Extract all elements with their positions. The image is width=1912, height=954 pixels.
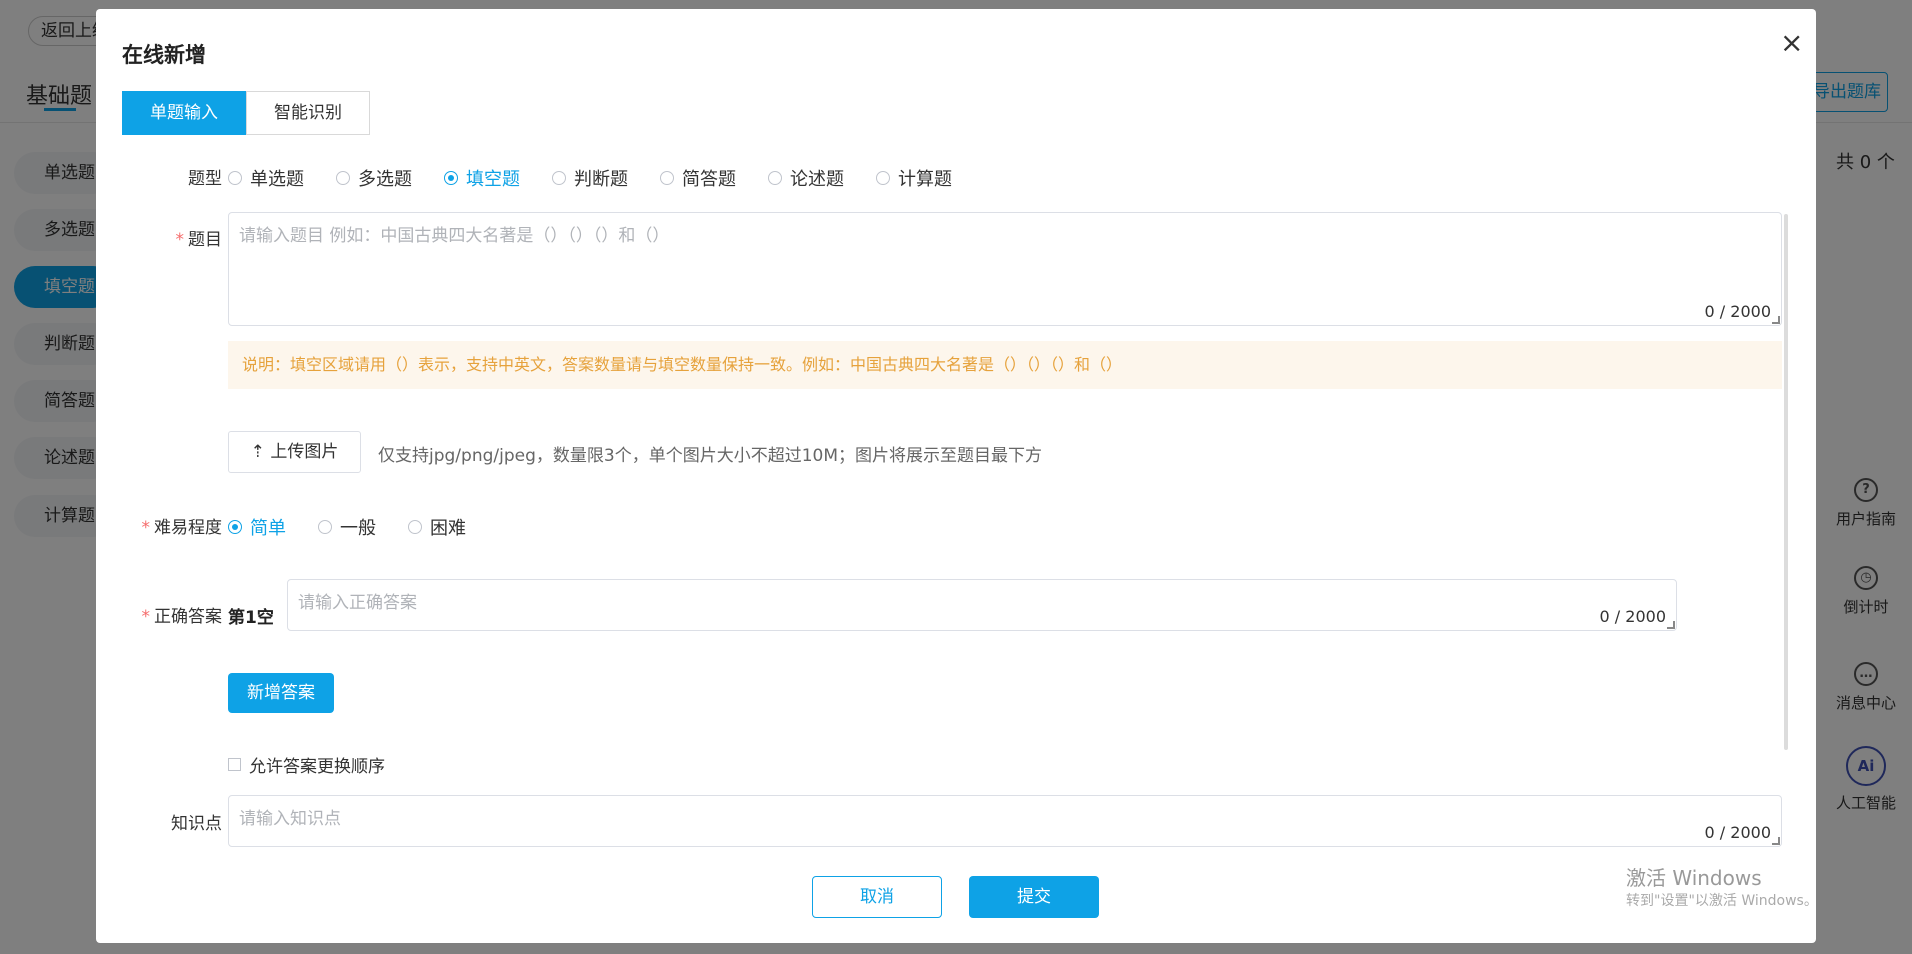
knowledge-placeholder: 请输入知识点 [239, 809, 341, 829]
add-answer-button[interactable]: 新增答案 [228, 673, 334, 713]
radio-label: 论述题 [790, 169, 844, 190]
tab-single-input[interactable]: 单题输入 [122, 91, 246, 135]
radio-difficulty-normal[interactable]: 一般 [318, 514, 376, 540]
answer-char-count: 0 / 2000 [1599, 607, 1666, 626]
radio-label: 困难 [430, 518, 466, 539]
required-mark: * [141, 607, 151, 627]
radio-type-multi[interactable]: 多选题 [336, 165, 412, 191]
upload-image-button[interactable]: ⇡ 上传图片 [228, 431, 361, 473]
fill-blank-notice: 说明：填空区域请用（）表示，支持中英文，答案数量请与填空数量保持一致。例如：中国… [228, 341, 1782, 389]
difficulty-radio-group: 简单 一般 困难 [228, 514, 498, 540]
radio-label: 计算题 [898, 169, 952, 190]
answer-label-text: 正确答案 [154, 607, 222, 627]
knowledge-char-count: 0 / 2000 [1704, 823, 1771, 842]
radio-label: 简答题 [682, 169, 736, 190]
allow-reorder-checkbox[interactable]: 允许答案更换顺序 [228, 752, 385, 777]
radio-circle [408, 520, 422, 534]
close-icon[interactable]: × [1780, 29, 1803, 57]
radio-label: 多选题 [358, 169, 412, 190]
question-type-radio-group: 单选题 多选题 填空题 判断题 简答题 论述题 计算题 [228, 165, 984, 191]
question-char-count: 0 / 2000 [1704, 302, 1771, 321]
add-question-dialog: 在线新增 × 单题输入 智能识别 题型 单选题 多选题 填空题 判断题 简答题 … [96, 9, 1816, 943]
radio-circle [444, 171, 458, 185]
radio-circle [552, 171, 566, 185]
radio-label: 单选题 [250, 169, 304, 190]
question-type-label: 题型 [188, 169, 222, 189]
required-mark: * [141, 518, 151, 538]
cancel-button[interactable]: 取消 [812, 876, 942, 918]
question-placeholder: 请输入题目 例如：中国古典四大名著是（）（）（）和（） [239, 226, 670, 246]
tab-smart-recognition[interactable]: 智能识别 [246, 91, 370, 135]
radio-difficulty-easy[interactable]: 简单 [228, 514, 286, 540]
answer-placeholder: 请输入正确答案 [298, 593, 417, 613]
radio-label: 填空题 [466, 169, 520, 190]
radio-type-essay[interactable]: 论述题 [768, 165, 844, 191]
radio-type-single[interactable]: 单选题 [228, 165, 304, 191]
radio-circle [876, 171, 890, 185]
dialog-scrollbar[interactable] [1784, 214, 1788, 750]
radio-label: 简单 [250, 518, 286, 539]
radio-type-judge[interactable]: 判断题 [552, 165, 628, 191]
radio-circle [228, 171, 242, 185]
answer-textarea[interactable]: 请输入正确答案 0 / 2000 [287, 579, 1677, 631]
windows-activation-hint: 转到"设置"以激活 Windows。 [1626, 893, 1818, 909]
radio-label: 判断题 [574, 169, 628, 190]
knowledge-textarea[interactable]: 请输入知识点 0 / 2000 [228, 795, 1782, 847]
question-label-text: 题目 [188, 230, 222, 250]
radio-circle [768, 171, 782, 185]
resize-grip-icon[interactable] [1772, 837, 1780, 845]
radio-circle [660, 171, 674, 185]
knowledge-label: 知识点 [171, 814, 222, 834]
upload-tip: 仅支持jpg/png/jpeg，数量限3个，单个图片大小不超过10M；图片将展示… [378, 446, 1042, 466]
radio-label: 一般 [340, 518, 376, 539]
question-textarea[interactable]: 请输入题目 例如：中国古典四大名著是（）（）（）和（） 0 / 2000 [228, 212, 1782, 326]
upload-icon: ⇡ [250, 442, 271, 462]
upload-button-label: 上传图片 [270, 442, 339, 462]
checkbox-label: 允许答案更换顺序 [249, 757, 385, 777]
radio-type-short[interactable]: 简答题 [660, 165, 736, 191]
answer-label: * 正确答案 [122, 602, 223, 627]
windows-activation-watermark: 激活 Windows [1626, 866, 1762, 890]
checkbox-square [228, 758, 241, 771]
radio-type-calc[interactable]: 计算题 [876, 165, 952, 191]
resize-grip-icon[interactable] [1667, 621, 1675, 629]
question-label: * 题目 [122, 225, 223, 250]
radio-circle [318, 520, 332, 534]
input-mode-tabs: 单题输入 智能识别 [122, 91, 370, 135]
dialog-title: 在线新增 [122, 43, 206, 67]
blank-1-label: 第1空 [228, 608, 274, 628]
radio-type-fill[interactable]: 填空题 [444, 165, 520, 191]
radio-circle [228, 520, 242, 534]
radio-circle [336, 171, 350, 185]
required-mark: * [175, 230, 185, 250]
difficulty-label: * 难易程度 [122, 513, 223, 538]
submit-button[interactable]: 提交 [969, 876, 1099, 918]
difficulty-label-text: 难易程度 [154, 518, 222, 538]
radio-difficulty-hard[interactable]: 困难 [408, 514, 466, 540]
resize-grip-icon[interactable] [1772, 316, 1780, 324]
